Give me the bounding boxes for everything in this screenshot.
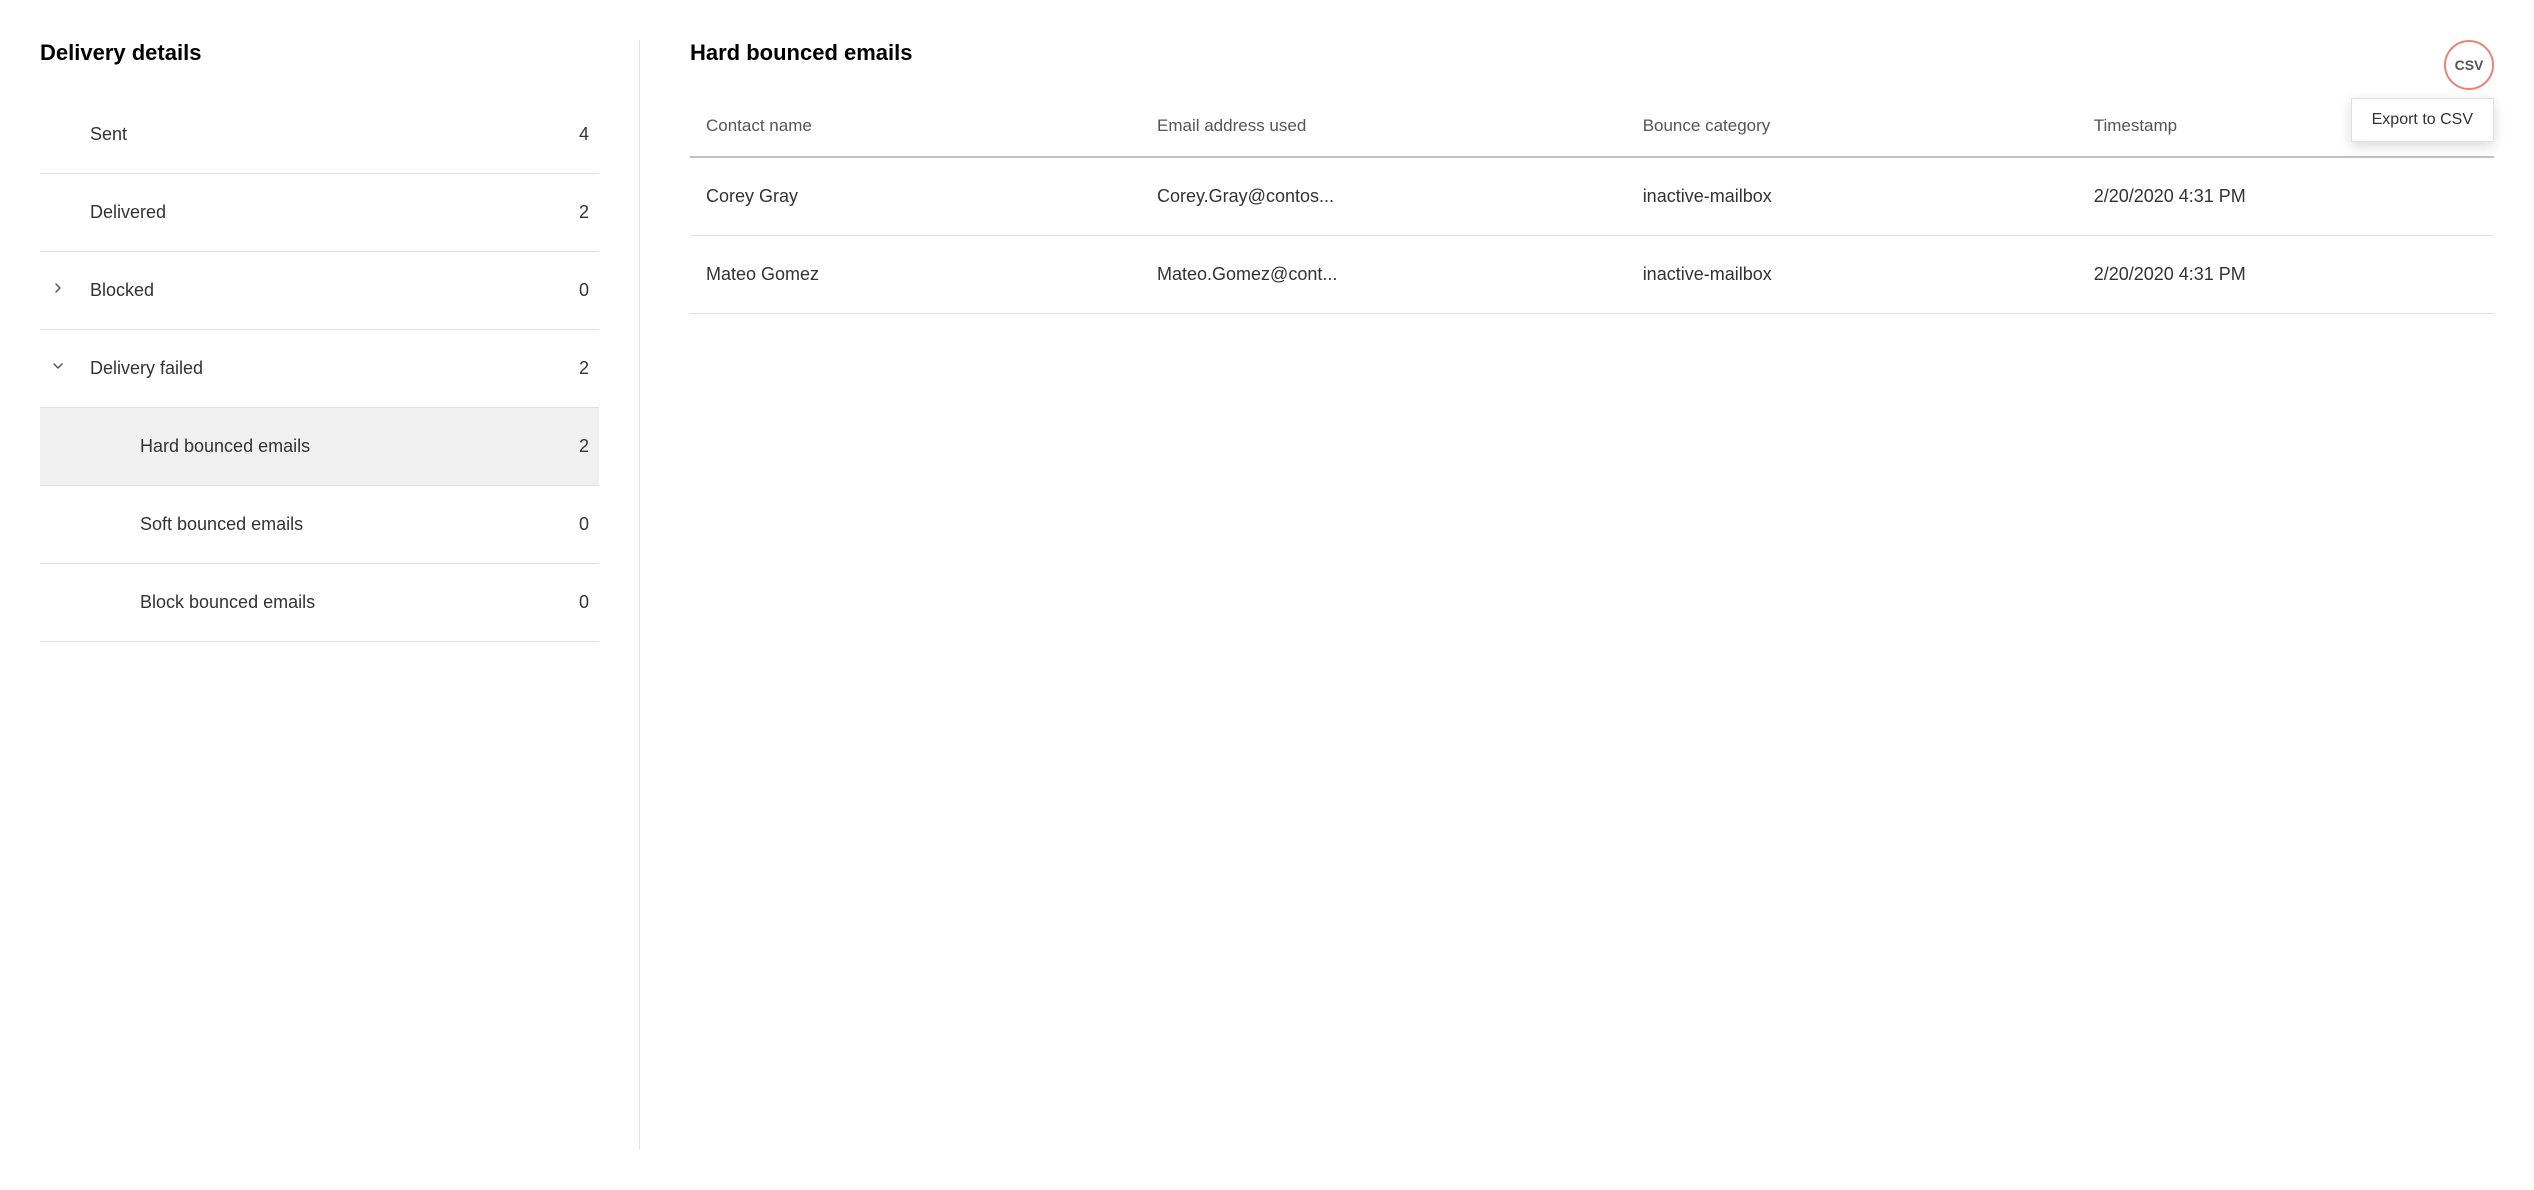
delivery-row-blocked[interactable]: Blocked0: [40, 252, 599, 330]
csv-icon: CSV: [2455, 57, 2484, 73]
row-label-sent: Sent: [90, 124, 549, 145]
table-header: Contact name Email address used Bounce c…: [690, 96, 2494, 157]
delivery-row-block-bounced: Block bounced emails0: [40, 564, 599, 642]
row-label-block-bounced: Block bounced emails: [140, 592, 549, 613]
table-header-row: Contact name Email address used Bounce c…: [690, 96, 2494, 157]
delivery-rows: Sent4Delivered2Blocked0Delivery failed2H…: [40, 96, 599, 642]
col-header-bounce-category: Bounce category: [1627, 96, 2078, 157]
left-panel: Delivery details Sent4Delivered2Blocked0…: [40, 40, 640, 1150]
bounced-emails-table: Contact name Email address used Bounce c…: [690, 96, 2494, 314]
delivery-row-soft-bounced: Soft bounced emails0: [40, 486, 599, 564]
chevron-icon-blocked[interactable]: [50, 280, 90, 301]
delivery-row-hard-bounced: Hard bounced emails2: [40, 408, 599, 486]
table-row: Corey GrayCorey.Gray@contos...inactive-m…: [690, 157, 2494, 236]
right-panel: Hard bounced emails CSV Export to CSV Co…: [640, 40, 2494, 1150]
email-cell: Mateo.Gomez@cont...: [1141, 236, 1627, 314]
left-panel-title: Delivery details: [40, 40, 599, 66]
export-csv-dropdown[interactable]: Export to CSV: [2351, 98, 2494, 142]
contact-name-cell: Corey Gray: [690, 157, 1141, 236]
row-value-delivered: 2: [549, 202, 589, 223]
chevron-icon-delivery-failed[interactable]: [50, 358, 90, 379]
row-label-soft-bounced: Soft bounced emails: [140, 514, 549, 535]
row-value-sent: 4: [549, 124, 589, 145]
delivery-row-delivered: Delivered2: [40, 174, 599, 252]
timestamp-cell: 2/20/2020 4:31 PM: [2078, 157, 2494, 236]
bounce-category-cell: inactive-mailbox: [1627, 236, 2078, 314]
table-body: Corey GrayCorey.Gray@contos...inactive-m…: [690, 157, 2494, 314]
contact-name-cell: Mateo Gomez: [690, 236, 1141, 314]
export-csv-label: Export to CSV: [2372, 111, 2473, 128]
delivery-row-delivery-failed[interactable]: Delivery failed2: [40, 330, 599, 408]
row-value-block-bounced: 0: [549, 592, 589, 613]
row-value-soft-bounced: 0: [549, 514, 589, 535]
row-value-blocked: 0: [549, 280, 589, 301]
table-row: Mateo GomezMateo.Gomez@cont...inactive-m…: [690, 236, 2494, 314]
bounce-category-cell: inactive-mailbox: [1627, 157, 2078, 236]
row-label-delivery-failed: Delivery failed: [90, 358, 549, 379]
export-csv-icon-button[interactable]: CSV: [2444, 40, 2494, 90]
row-label-delivered: Delivered: [90, 202, 549, 223]
delivery-row-sent: Sent4: [40, 96, 599, 174]
row-label-blocked: Blocked: [90, 280, 549, 301]
timestamp-cell: 2/20/2020 4:31 PM: [2078, 236, 2494, 314]
export-button-container: CSV Export to CSV: [2351, 40, 2494, 142]
row-value-hard-bounced: 2: [549, 436, 589, 457]
right-panel-title: Hard bounced emails: [690, 40, 2494, 66]
email-cell: Corey.Gray@contos...: [1141, 157, 1627, 236]
row-value-delivery-failed: 2: [549, 358, 589, 379]
col-header-email-address: Email address used: [1141, 96, 1627, 157]
col-header-contact-name: Contact name: [690, 96, 1141, 157]
row-label-hard-bounced: Hard bounced emails: [140, 436, 549, 457]
